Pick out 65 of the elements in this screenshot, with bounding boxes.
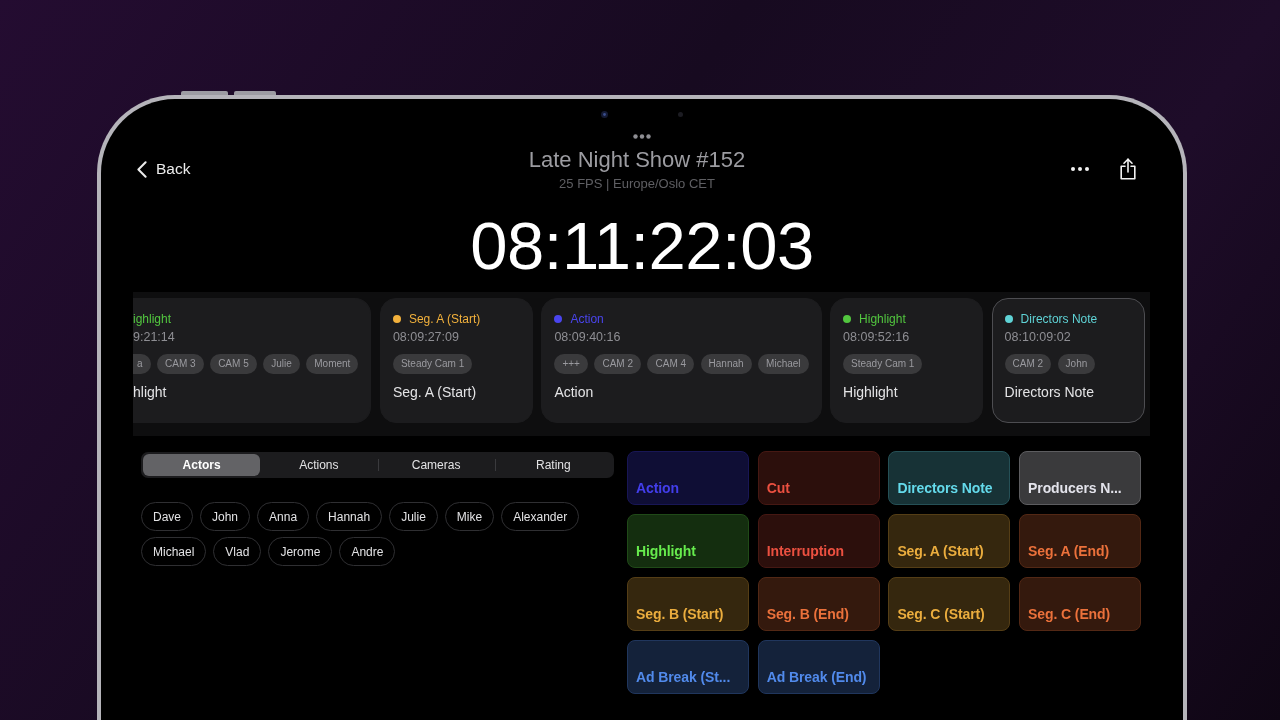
marker-button[interactable]: Ad Break (End) bbox=[757, 640, 880, 694]
segment-tab[interactable]: Actions bbox=[260, 454, 378, 476]
tag: Steady Cam 1 bbox=[392, 354, 473, 374]
show-title: Late Night Show #152 bbox=[528, 147, 746, 173]
marker-title: Action bbox=[554, 383, 595, 401]
tag: CAM 4 bbox=[647, 354, 695, 374]
segment-tab[interactable]: Cameras bbox=[377, 454, 495, 476]
marker-button[interactable]: Ad Break (St... bbox=[627, 640, 749, 694]
marker-type: Action bbox=[570, 311, 604, 327]
marker-button[interactable]: Seg. B (End) bbox=[757, 577, 880, 631]
marker-button[interactable]: Seg. A (Start) bbox=[888, 514, 1011, 568]
marker-type: ighlight bbox=[133, 311, 172, 327]
marker-type: Highlight bbox=[859, 311, 906, 327]
ellipsis-icon bbox=[1071, 167, 1089, 171]
camera-icon bbox=[601, 111, 608, 118]
tag: Hannah bbox=[700, 354, 752, 374]
marker-button[interactable]: Producers N... bbox=[1019, 451, 1142, 505]
marker-card[interactable]: Seg. A (Start) 08:09:27:09 Steady Cam 1 Seg. A (Start) bbox=[379, 298, 533, 423]
chevron-left-icon bbox=[137, 160, 147, 178]
more-button[interactable] bbox=[1071, 167, 1089, 171]
tag: CAM 2 bbox=[594, 354, 641, 374]
tag: Steady Cam 1 bbox=[843, 354, 923, 374]
tag: Julie bbox=[263, 354, 300, 374]
handle-dots-icon[interactable] bbox=[633, 134, 651, 139]
marker-time: 08:10:09:02 bbox=[1004, 329, 1072, 345]
marker-title: Seg. A (Start) bbox=[392, 383, 478, 401]
share-icon bbox=[1119, 158, 1137, 180]
timecode: 08:11:22:03 bbox=[469, 212, 815, 279]
marker-type: Seg. A (Start) bbox=[408, 311, 481, 327]
marker-card[interactable]: Directors Note 08:10:09:02 CAM 2 John Directors Note bbox=[991, 298, 1145, 423]
tag: John bbox=[1057, 354, 1096, 374]
show-subtitle: 25 FPS | Europe/Oslo CET bbox=[558, 175, 716, 192]
marker-button[interactable]: Seg. B (Start) bbox=[627, 577, 749, 631]
volume-key-drawing bbox=[234, 91, 276, 95]
marker-title: Highlight bbox=[843, 383, 899, 401]
marker-time: 9:21:14 bbox=[133, 329, 176, 345]
back-button[interactable]: Back bbox=[137, 159, 191, 179]
marker-button[interactable]: Directors Note bbox=[888, 451, 1011, 505]
tag: a bbox=[133, 354, 151, 374]
tag: CAM 3 bbox=[157, 354, 204, 374]
share-button[interactable] bbox=[1119, 158, 1137, 180]
marker-time: 08:09:27:09 bbox=[392, 329, 460, 345]
marker-type: Directors Note bbox=[1020, 311, 1098, 327]
marker-button[interactable]: Seg. C (End) bbox=[1019, 577, 1142, 631]
segment-tab[interactable]: Rating bbox=[494, 454, 612, 476]
marker-title: Directors Note bbox=[1004, 383, 1095, 401]
marker-button[interactable]: Interruption bbox=[757, 514, 880, 568]
marker-time: 08:09:40:16 bbox=[554, 329, 622, 345]
marker-card[interactable]: Highlight 08:09:52:16 Steady Cam 1 Highlight bbox=[830, 298, 984, 423]
tag: CAM 5 bbox=[210, 354, 257, 374]
volume-key-drawing bbox=[181, 91, 228, 95]
marker-time: 08:09:52:16 bbox=[843, 329, 911, 345]
tag: Moment bbox=[306, 354, 359, 374]
marker-button[interactable]: Seg. C (Start) bbox=[888, 577, 1011, 631]
marker-button[interactable]: Highlight bbox=[627, 514, 749, 568]
marker-card[interactable]: ighlight 9:21:14 a CAM 3 CAM 5 Julie Moment hlight bbox=[133, 298, 372, 423]
tag: +++ bbox=[554, 354, 588, 374]
sensor-dot-icon bbox=[678, 112, 683, 117]
tag: Michael bbox=[758, 354, 809, 374]
marker-title: hlight bbox=[133, 383, 168, 401]
marker-card[interactable]: Action 08:09:40:16 +++ CAM 2 CAM 4 Hannah Michael Action bbox=[541, 298, 822, 423]
marker-button[interactable]: Seg. A (End) bbox=[1019, 514, 1142, 568]
segment-tab[interactable]: Actors bbox=[143, 454, 261, 476]
tag: CAM 2 bbox=[1004, 354, 1052, 374]
marker-button[interactable]: Cut bbox=[757, 451, 880, 505]
